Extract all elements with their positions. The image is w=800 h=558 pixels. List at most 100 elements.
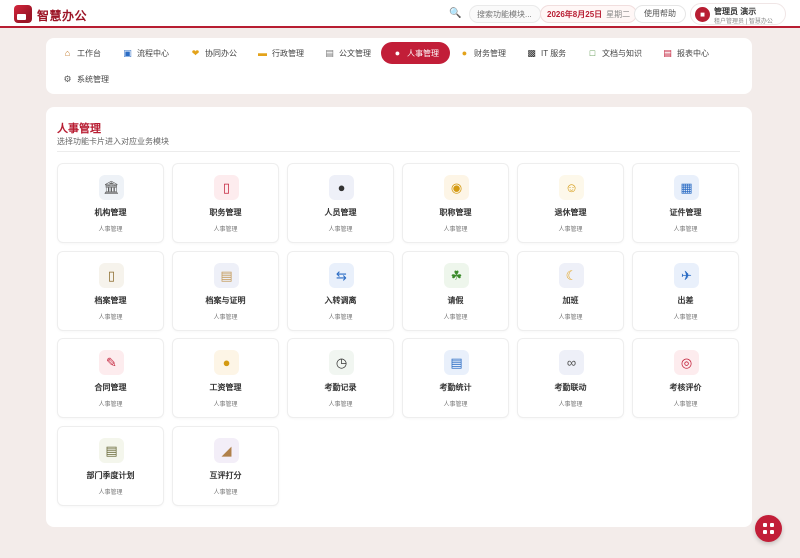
search-input[interactable] — [469, 5, 541, 23]
palm-tree-icon: ☘ — [444, 263, 469, 288]
card-subtitle: 人事管理 — [673, 402, 698, 408]
moon-icon: ☾ — [559, 263, 584, 288]
money-bag-icon: ● — [461, 48, 468, 58]
card-title: 请假 — [447, 296, 464, 305]
card-subtitle: 人事管理 — [328, 227, 353, 233]
grid-icon — [763, 530, 767, 534]
module-card-retire[interactable]: ☺ 退休管理 人事管理 — [517, 163, 624, 243]
module-card-attendance-link[interactable]: ∞ 考勤联动 人事管理 — [517, 338, 624, 418]
folder-icon: ▬ — [258, 48, 267, 58]
help-button[interactable]: 使用帮助 — [634, 5, 686, 23]
coin-bag-icon: ● — [214, 350, 239, 375]
card-subtitle: 人事管理 — [673, 227, 698, 233]
module-card-position[interactable]: ▯ 职务管理 人事管理 — [172, 163, 279, 243]
card-subtitle: 人事管理 — [558, 402, 583, 408]
card-title: 工资管理 — [209, 383, 242, 392]
module-card-certificate[interactable]: ▦ 证件管理 人事管理 — [632, 163, 739, 243]
nav-item-admin[interactable]: ▬ 行政管理 — [257, 44, 304, 62]
module-card-staff[interactable]: ● 人员管理 人事管理 — [287, 163, 394, 243]
contract-icon: ✎ — [99, 350, 124, 375]
card-title: 人员管理 — [324, 208, 357, 217]
module-card-attendance-record[interactable]: ◷ 考勤记录 人事管理 — [287, 338, 394, 418]
nav-item-it[interactable]: ▩ IT 服务 — [526, 44, 566, 62]
grid-icon — [770, 530, 774, 534]
card-subtitle: 人事管理 — [213, 490, 238, 496]
grid-icon — [770, 523, 774, 527]
user-menu[interactable]: ■ 管理员 演示 租户管理员 | 智慧办公 — [690, 3, 786, 25]
clipboard-icon: ▤ — [99, 438, 124, 463]
card-title: 证件管理 — [669, 208, 702, 217]
avatar: ■ — [695, 7, 710, 22]
nav-item-process[interactable]: ▣ 流程中心 — [122, 44, 169, 62]
transfer-icon: ⇆ — [329, 263, 354, 288]
floating-menu-button[interactable] — [755, 515, 782, 542]
gear-icon: ⚙ — [63, 73, 72, 84]
nav-item-workbench[interactable]: ⌂ 工作台 — [62, 44, 101, 62]
module-card-proof[interactable]: ▤ 档案与证明 人事管理 — [172, 251, 279, 331]
module-card-travel[interactable]: ✈ 出差 人事管理 — [632, 251, 739, 331]
people-icon: ● — [394, 48, 401, 58]
module-card-transfer[interactable]: ⇆ 入转调离 人事管理 — [287, 251, 394, 331]
nav-item-docs[interactable]: ▤ 公文管理 — [324, 44, 371, 62]
module-card-dept-plan[interactable]: ▤ 部门季度计划 人事管理 — [57, 426, 164, 506]
card-subtitle: 人事管理 — [443, 402, 468, 408]
module-card-peer-review[interactable]: ◢ 互评打分 人事管理 — [172, 426, 279, 506]
computer-icon: ▩ — [527, 47, 536, 58]
card-subtitle: 人事管理 — [558, 227, 583, 233]
card-subtitle: 人事管理 — [443, 315, 468, 321]
nav-label: 工作台 — [77, 48, 101, 58]
nav-item-knowledge[interactable]: □ 文档与知识 — [587, 44, 642, 62]
module-card-contract[interactable]: ✎ 合同管理 人事管理 — [57, 338, 164, 418]
module-card-org[interactable]: 🏛 机构管理 人事管理 — [57, 163, 164, 243]
card-subtitle: 人事管理 — [213, 227, 238, 233]
app-logo[interactable] — [14, 5, 32, 23]
card-title: 互评打分 — [209, 471, 242, 480]
nav-label: IT 服务 — [541, 48, 567, 58]
card-title: 档案与证明 — [205, 296, 246, 305]
nav-item-system[interactable]: ⚙ 系统管理 — [62, 70, 109, 88]
airplane-icon: ✈ — [674, 263, 699, 288]
flow-icon: ▣ — [123, 47, 132, 58]
book-icon: □ — [589, 48, 596, 58]
brand-name[interactable]: 智慧办公 — [37, 7, 87, 24]
date-text: 2026年8月25日 — [547, 9, 603, 19]
nav-item-finance[interactable]: ● 财务管理 — [459, 44, 506, 62]
page-title: 人事管理 — [57, 123, 101, 135]
card-title: 考勤记录 — [324, 383, 357, 392]
date-display: 2026年8月25日 星期二 — [540, 5, 638, 23]
archive-icon: ▯ — [99, 263, 124, 288]
document-icon: ▤ — [325, 47, 334, 58]
search-icon[interactable]: 🔍 — [449, 8, 461, 20]
card-title: 考勤统计 — [439, 383, 472, 392]
module-card-evaluation[interactable]: ◎ 考核评价 人事管理 — [632, 338, 739, 418]
box-icon: ◢ — [214, 438, 239, 463]
card-title: 出差 — [677, 296, 694, 305]
medal-icon: ◉ — [444, 175, 469, 200]
module-card-overtime[interactable]: ☾ 加班 人事管理 — [517, 251, 624, 331]
badge-icon: ▯ — [214, 175, 239, 200]
module-card-leave[interactable]: ☘ 请假 人事管理 — [402, 251, 509, 331]
card-subtitle: 人事管理 — [98, 402, 123, 408]
card-title: 机构管理 — [94, 208, 127, 217]
nav-label: 财务管理 — [474, 48, 506, 58]
card-title: 合同管理 — [94, 383, 127, 392]
nav-item-hr[interactable]: ● 人事管理 — [381, 42, 450, 64]
card-subtitle: 人事管理 — [558, 315, 583, 321]
module-card-archive[interactable]: ▯ 档案管理 人事管理 — [57, 251, 164, 331]
card-subtitle: 人事管理 — [443, 227, 468, 233]
module-card-salary[interactable]: ● 工资管理 人事管理 — [172, 338, 279, 418]
module-card-title[interactable]: ◉ 职称管理 人事管理 — [402, 163, 509, 243]
nav-item-reports[interactable]: ▤ 报表中心 — [662, 44, 709, 62]
nav-label: 公文管理 — [339, 48, 371, 58]
weekday-text: 星期二 — [606, 9, 631, 19]
card-subtitle: 人事管理 — [98, 227, 123, 233]
card-subtitle: 人事管理 — [98, 315, 123, 321]
hr-panel: 人事管理 选择功能卡片进入对应业务模块 🏛 机构管理 人事管理 ▯ 职务管理 人… — [46, 107, 752, 527]
module-card-attendance-stats[interactable]: ▤ 考勤统计 人事管理 — [402, 338, 509, 418]
card-title: 考核评价 — [669, 383, 702, 392]
grid-icon — [763, 523, 767, 527]
nav-item-collab[interactable]: ❤ 协同办公 — [190, 44, 237, 62]
search-box: 🔍 — [449, 5, 541, 23]
card-title: 入转调离 — [324, 296, 357, 305]
home-icon: ⌂ — [64, 48, 71, 58]
